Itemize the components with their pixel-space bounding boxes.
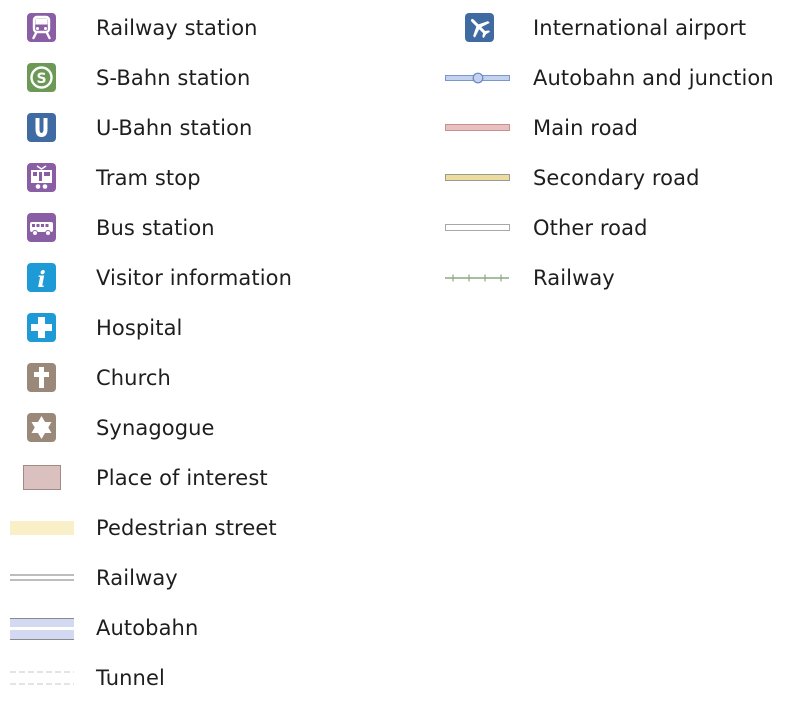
place-of-interest-swatch: [23, 465, 61, 490]
autobahn-band: [10, 618, 74, 640]
legend-label: Other road: [533, 216, 648, 240]
legend-label: Railway: [533, 266, 615, 290]
other-road-line: [445, 224, 511, 232]
legend-label: Church: [96, 366, 171, 390]
legend-label: International airport: [533, 16, 747, 40]
legend-label: Synagogue: [96, 416, 215, 440]
legend-label: Hospital: [96, 316, 183, 340]
legend-item-international-airport: International airport: [0, 13, 803, 43]
pedestrian-street-swatch: [10, 521, 74, 535]
legend-item-synagogue: Synagogue: [0, 413, 400, 443]
legend-label: Secondary road: [533, 166, 700, 190]
legend-label: Pedestrian street: [96, 516, 277, 540]
legend-item-other-road: Other road: [0, 213, 803, 243]
legend-item-hospital: Hospital: [0, 313, 400, 343]
legend-item-place-of-interest: Place of interest: [0, 463, 400, 493]
legend-label: Autobahn and junction: [533, 66, 774, 90]
legend-item-church: Church: [0, 363, 400, 393]
legend-item-railway-right: Railway: [0, 263, 803, 293]
legend-label: Autobahn: [96, 616, 199, 640]
legend-label: Main road: [533, 116, 638, 140]
legend-item-autobahn-junction: Autobahn and junction: [0, 63, 803, 93]
legend-item-secondary-road: Secondary road: [0, 163, 803, 193]
legend-item-railway-left: Railway: [0, 563, 400, 593]
legend-item-pedestrian-street: Pedestrian street: [0, 513, 400, 543]
airplane-icon: [465, 13, 494, 42]
legend-item-autobahn: Autobahn: [0, 613, 400, 643]
legend-label: Railway: [96, 566, 178, 590]
autobahn-junction-line: [445, 71, 511, 85]
legend-label: Place of interest: [96, 466, 268, 490]
church-cross-icon: [27, 363, 56, 392]
tunnel-dashed-line: [10, 670, 74, 686]
main-road-line: [445, 124, 511, 132]
star-of-david-icon: [27, 413, 56, 442]
railway-track-line: [445, 272, 511, 284]
hospital-cross-icon: [27, 313, 56, 342]
railway-double-line: [10, 573, 74, 583]
legend-label: Tunnel: [96, 666, 165, 690]
legend-item-main-road: Main road: [0, 113, 803, 143]
legend-item-tunnel: Tunnel: [0, 663, 400, 693]
secondary-road-line: [445, 174, 511, 182]
